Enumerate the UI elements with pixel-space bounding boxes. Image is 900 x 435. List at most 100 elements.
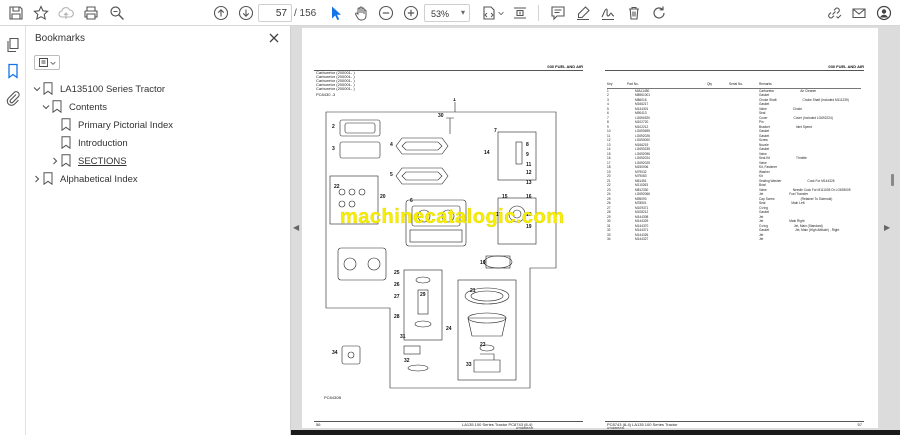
rotate-icon[interactable]	[649, 3, 669, 23]
svg-text:24: 24	[446, 326, 452, 332]
remark-text: Valve	[759, 106, 767, 111]
page-section-header: 030 FUEL AND AIR	[828, 64, 864, 69]
svg-text:12: 12	[526, 170, 532, 176]
bookmark-star-icon[interactable]	[31, 3, 51, 23]
svg-text:15: 15	[502, 194, 508, 200]
document-page-right: 030 FUEL AND AIR Key Part No. Qty Serial…	[591, 28, 878, 430]
email-icon[interactable]	[849, 3, 869, 23]
scroll-right-icon[interactable]: ▶	[884, 223, 890, 232]
table-cell: Choke Shaft Choke Shaft (Included M111239…	[759, 98, 861, 103]
bookmark-icon	[61, 136, 73, 150]
attachments-icon[interactable]	[5, 90, 21, 106]
next-page-icon[interactable]	[236, 3, 256, 23]
remark-note: Jet, Main (High Altitude) - Right	[795, 228, 840, 233]
hand-tool-icon[interactable]	[351, 3, 371, 23]
callout-numbers: 1 2 3 4 5 6 7 8 9 10 11 12 13 14 15 16 1	[332, 98, 532, 368]
parts-table: Key Part No. Qty Serial No. Remarks 1 MIA…	[607, 82, 861, 242]
svg-text:34: 34	[332, 350, 338, 356]
page-fit-chevron-icon[interactable]	[496, 3, 506, 23]
comment-icon[interactable]	[548, 3, 568, 23]
share-link-icon[interactable]	[824, 3, 844, 23]
remark-text: Cover	[759, 115, 768, 120]
upload-cloud-icon[interactable]	[56, 3, 76, 23]
figure-id: PC8430B	[324, 395, 342, 400]
chevron-down-icon[interactable]	[40, 101, 52, 113]
find-icon[interactable]	[107, 3, 127, 23]
watermark-text: machinecatalogic.com	[340, 206, 565, 228]
table-cell: M144327	[635, 237, 649, 242]
account-icon[interactable]	[874, 3, 894, 23]
bookmark-label: Introduction	[78, 137, 128, 149]
carburetor-exploded-diagram: 1 2 3 4 5 6 7 8 9 10 11 12 13 14 15 16 1	[325, 98, 557, 389]
print-icon[interactable]	[81, 3, 101, 23]
remark-note: Jet, Main (Standard)	[793, 223, 823, 228]
remark-text: O-ring	[759, 223, 768, 228]
remark-note: Needle Cock For M111005 Or LG693005	[792, 187, 851, 192]
zoom-level-value: 53%	[431, 9, 450, 19]
bookmark-icon	[61, 118, 73, 132]
svg-text:27: 27	[394, 294, 400, 300]
remark-note: Choke Shaft (Included M111239)	[802, 97, 849, 102]
close-icon[interactable]	[267, 31, 281, 45]
page-number-right: 57	[857, 422, 862, 427]
zoom-in-icon[interactable]	[401, 3, 421, 23]
bookmarks-panel: Bookmarks LA135100 Series Tractor Conten…	[26, 26, 291, 435]
list-options-icon	[38, 58, 48, 67]
previous-page-icon[interactable]	[211, 3, 231, 23]
svg-text:22: 22	[334, 184, 340, 190]
remark-text: Jet	[759, 192, 764, 197]
table-cell	[729, 237, 759, 242]
delete-icon[interactable]	[624, 3, 644, 23]
svg-text:32: 32	[404, 358, 410, 364]
bookmark-item-la135100[interactable]: LA135100 Series Tractor	[31, 81, 165, 97]
remark-note: Inlet Speed	[795, 124, 812, 129]
table-cell	[707, 237, 729, 242]
remark-text: Cap Screw	[759, 196, 775, 201]
document-canvas[interactable]: ◀ ▶ 030 FUEL AND AIR Carburetor (200001-…	[291, 26, 900, 435]
bookmark-options-button[interactable]	[34, 55, 60, 70]
svg-text:14: 14	[484, 150, 490, 156]
remark-note: Main Left	[791, 201, 805, 206]
svg-text:6: 6	[410, 198, 413, 204]
svg-text:5: 5	[390, 172, 393, 178]
zoom-level-select[interactable]: 53% ▾	[424, 4, 470, 22]
remark-text: Choke Shaft	[759, 97, 777, 102]
zoom-out-icon[interactable]	[376, 3, 396, 23]
chevron-right-icon[interactable]	[49, 155, 61, 167]
bookmark-item-alphabetical-index[interactable]: Alphabetical Index	[31, 171, 138, 187]
remark-text: Seal Kit	[759, 156, 770, 161]
signature-icon[interactable]	[598, 3, 618, 23]
remark-note: Cover (Included LG692224)	[793, 115, 833, 120]
vertical-scrollbar[interactable]	[891, 174, 894, 186]
bookmarks-panel-title: Bookmarks	[35, 33, 86, 44]
scroll-mode-icon[interactable]	[510, 3, 530, 23]
bookmark-item-sections[interactable]: SECTIONS	[49, 153, 127, 169]
bookmark-item-contents[interactable]: Contents	[40, 99, 107, 115]
remark-note: Throttle	[796, 156, 807, 161]
document-page-left: 030 FUEL AND AIR Carburetor (200001- ) C…	[302, 28, 591, 430]
remark-text: Sealing Washer	[759, 178, 782, 183]
svg-text:31: 31	[400, 334, 406, 340]
remark-note: Air Cleaner	[800, 89, 817, 93]
save-icon[interactable]	[6, 3, 26, 23]
bookmark-item-primary-pictorial-index[interactable]: Primary Pictorial Index	[61, 117, 173, 133]
bookmark-icon	[61, 154, 73, 168]
page-thumbnails-icon[interactable]	[5, 37, 21, 53]
select-cursor-icon[interactable]	[326, 3, 346, 23]
chevron-right-icon[interactable]	[31, 173, 43, 185]
bookmark-item-introduction[interactable]: Introduction	[61, 135, 128, 151]
svg-text:26: 26	[394, 282, 400, 288]
svg-text:10: 10	[480, 260, 486, 266]
toolbar: 57 / 156 53% ▾	[0, 0, 900, 26]
remark-note: Cock For M144326	[807, 178, 835, 183]
highlight-pen-icon[interactable]	[573, 3, 593, 23]
scroll-left-icon[interactable]: ◀	[293, 223, 299, 232]
svg-text:23: 23	[480, 342, 486, 348]
page-number-input[interactable]: 57	[258, 4, 292, 22]
bookmarks-panel-icon[interactable]	[5, 63, 21, 79]
toolbar-divider	[538, 5, 539, 21]
chevron-down-icon[interactable]	[31, 83, 43, 95]
svg-text:28: 28	[394, 314, 400, 320]
remark-text: Gasket	[759, 228, 770, 233]
bookmark-icon	[52, 100, 64, 114]
